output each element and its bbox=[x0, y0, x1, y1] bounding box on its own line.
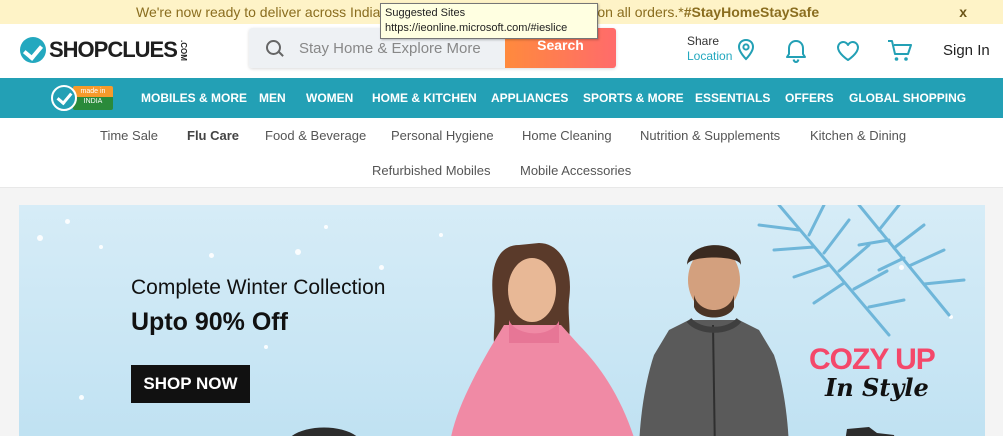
logo-text: SHOPCLUES bbox=[49, 37, 178, 62]
nav-home-kitchen[interactable]: HOME & KITCHEN bbox=[372, 78, 477, 118]
snowflake bbox=[209, 253, 214, 258]
sub-category-nav: Time Sale Flu Care Food & Beverage Perso… bbox=[0, 118, 1003, 188]
subnav-home-cleaning[interactable]: Home Cleaning bbox=[522, 128, 612, 143]
winter-collection-banner[interactable]: Complete Winter Collection Upto 90% Off … bbox=[19, 205, 985, 436]
badge-line2: INDIA bbox=[83, 98, 103, 105]
share-location[interactable]: Share Location bbox=[687, 34, 732, 64]
banner-tagline-script: In Style bbox=[825, 373, 929, 402]
nav-appliances[interactable]: APPLIANCES bbox=[491, 78, 568, 118]
close-announcement-button[interactable]: x bbox=[959, 0, 967, 24]
subnav-food-beverage[interactable]: Food & Beverage bbox=[265, 128, 366, 143]
models-illustration bbox=[451, 243, 789, 436]
snowflake bbox=[324, 225, 328, 229]
announcement-text: We're now ready to deliver across India! bbox=[136, 4, 389, 20]
snowflake bbox=[99, 245, 103, 249]
wishlist-heart-icon[interactable] bbox=[836, 40, 860, 62]
hero-section: Complete Winter Collection Upto 90% Off … bbox=[0, 188, 1003, 436]
subnav-nutrition-supplements[interactable]: Nutrition & Supplements bbox=[640, 128, 780, 143]
sign-in-link[interactable]: Sign In bbox=[943, 42, 990, 59]
logo-check-icon bbox=[20, 37, 46, 63]
banner-tagline: COZY UP bbox=[809, 343, 936, 376]
location-pin-icon[interactable] bbox=[737, 39, 755, 61]
snowflake bbox=[295, 249, 301, 255]
beanie-hat-image bbox=[292, 427, 356, 436]
snowflake bbox=[439, 233, 443, 237]
subnav-flu-care[interactable]: Flu Care bbox=[187, 128, 239, 143]
nav-men[interactable]: MEN bbox=[259, 78, 286, 118]
nav-offers[interactable]: OFFERS bbox=[785, 78, 834, 118]
category-nav: made in INDIA MOBILES & MORE MEN WOMEN H… bbox=[0, 78, 1003, 118]
suggested-sites-tooltip: Suggested Sites https://ieonline.microso… bbox=[380, 3, 598, 39]
banner-discount: Upto 90% Off bbox=[131, 308, 288, 336]
tooltip-title: Suggested Sites bbox=[385, 7, 466, 19]
nav-women[interactable]: WOMEN bbox=[306, 78, 353, 118]
boots-image bbox=[845, 427, 895, 436]
subnav-mobile-accessories[interactable]: Mobile Accessories bbox=[520, 163, 631, 178]
location-label: Location bbox=[687, 49, 733, 63]
snowflake bbox=[379, 265, 384, 270]
shopclues-logo[interactable]: SHOPCLUES .COM bbox=[20, 33, 188, 67]
logo-suffix: .COM bbox=[178, 39, 188, 61]
subnav-time-sale[interactable]: Time Sale bbox=[100, 128, 158, 143]
badge-line1: made in bbox=[80, 88, 106, 95]
search-icon bbox=[249, 28, 289, 68]
nav-global-shopping[interactable]: GLOBAL SHOPPING bbox=[849, 78, 966, 118]
page: We're now ready to deliver across India!… bbox=[0, 0, 1003, 436]
announcement-hashtag: #StayHomeStaySafe bbox=[683, 4, 820, 20]
snowflake bbox=[65, 219, 70, 224]
shop-now-button[interactable]: SHOP NOW bbox=[131, 365, 250, 403]
nav-sports-more[interactable]: SPORTS & MORE bbox=[583, 78, 684, 118]
share-label: Share bbox=[687, 34, 720, 48]
search-input[interactable] bbox=[289, 39, 489, 57]
snowflake bbox=[264, 345, 268, 349]
nav-mobiles-more[interactable]: MOBILES & MORE bbox=[141, 78, 247, 118]
subnav-kitchen-dining[interactable]: Kitchen & Dining bbox=[810, 128, 906, 143]
made-in-india-badge[interactable]: made in INDIA bbox=[51, 84, 113, 112]
tooltip-url: https://ieonline.microsoft.com/#ieslice bbox=[385, 22, 568, 34]
shopping-cart-icon[interactable] bbox=[887, 39, 913, 63]
banner-heading: Complete Winter Collection bbox=[131, 276, 386, 299]
nav-essentials[interactable]: ESSENTIALS bbox=[695, 78, 770, 118]
check-icon bbox=[51, 85, 77, 111]
snowflake bbox=[37, 235, 43, 241]
subnav-refurbished-mobiles[interactable]: Refurbished Mobiles bbox=[372, 163, 491, 178]
subnav-personal-hygiene[interactable]: Personal Hygiene bbox=[391, 128, 494, 143]
notification-bell-icon[interactable] bbox=[784, 38, 808, 64]
snowflake bbox=[79, 395, 84, 400]
